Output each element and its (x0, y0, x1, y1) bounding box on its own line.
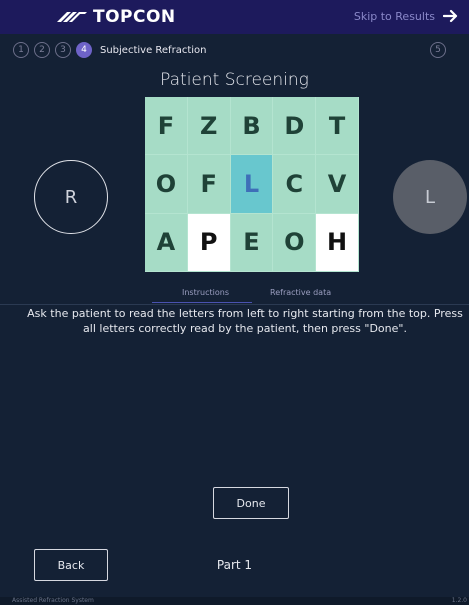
chart-letter-highlighted[interactable]: H (316, 213, 359, 272)
chart-letter[interactable]: F (187, 155, 231, 214)
chart-letter[interactable]: E (230, 213, 274, 272)
tab-refractive-data[interactable]: Refractive data (270, 288, 331, 297)
chart-letter[interactable]: O (273, 213, 317, 272)
arrow-right-icon (443, 9, 458, 23)
step-4-current[interactable]: 4 (76, 42, 92, 58)
step-1[interactable]: 1 (13, 42, 29, 58)
letter-chart: F Z B D T O F L C V A P E O H (145, 97, 359, 272)
chart-letter[interactable]: Z (187, 97, 231, 156)
info-tabs: Instructions Refractive data (0, 285, 469, 305)
chart-letter[interactable]: T (316, 97, 359, 156)
current-step-label: Subjective Refraction (100, 44, 207, 56)
footer-version: 1.2.0 (451, 597, 467, 604)
chart-letter[interactable]: D (273, 97, 317, 156)
brand-name: TOPCON (93, 7, 176, 27)
footer-app-name: Assisted Refraction System (12, 597, 94, 604)
done-button[interactable]: Done (213, 487, 289, 519)
chart-letter[interactable]: A (145, 213, 188, 272)
topcon-logo-icon (57, 12, 87, 22)
part-label: Part 1 (216, 558, 253, 572)
left-eye-button[interactable]: L (393, 160, 467, 234)
step-2[interactable]: 2 (34, 42, 50, 58)
page-title: Patient Screening (160, 70, 309, 90)
top-bar: TOPCON Skip to Results (0, 0, 469, 34)
step-5[interactable]: 5 (430, 42, 446, 58)
topcon-logo: TOPCON (55, 7, 176, 27)
instructions-text: Ask the patient to read the letters from… (27, 307, 463, 335)
tab-instructions[interactable]: Instructions (182, 288, 229, 297)
chart-letter[interactable]: B (230, 97, 274, 156)
chart-letter[interactable]: O (145, 155, 188, 214)
chart-letter-highlighted[interactable]: P (187, 213, 231, 272)
tab-divider (0, 304, 469, 305)
skip-to-results-button[interactable]: Skip to Results (354, 9, 459, 23)
footer-bar: Assisted Refraction System 1.2.0 (0, 597, 469, 605)
chart-letter-selected[interactable]: L (230, 155, 274, 214)
skip-to-results-label: Skip to Results (353, 9, 435, 23)
right-eye-button[interactable]: R (34, 160, 108, 234)
chart-letter[interactable]: F (145, 97, 188, 156)
step-indicator: 1 2 3 4 Subjective Refraction (13, 40, 206, 60)
active-tab-indicator (152, 302, 252, 303)
chart-letter[interactable]: C (273, 155, 317, 214)
step-3[interactable]: 3 (55, 42, 71, 58)
chart-letter[interactable]: V (316, 155, 359, 214)
